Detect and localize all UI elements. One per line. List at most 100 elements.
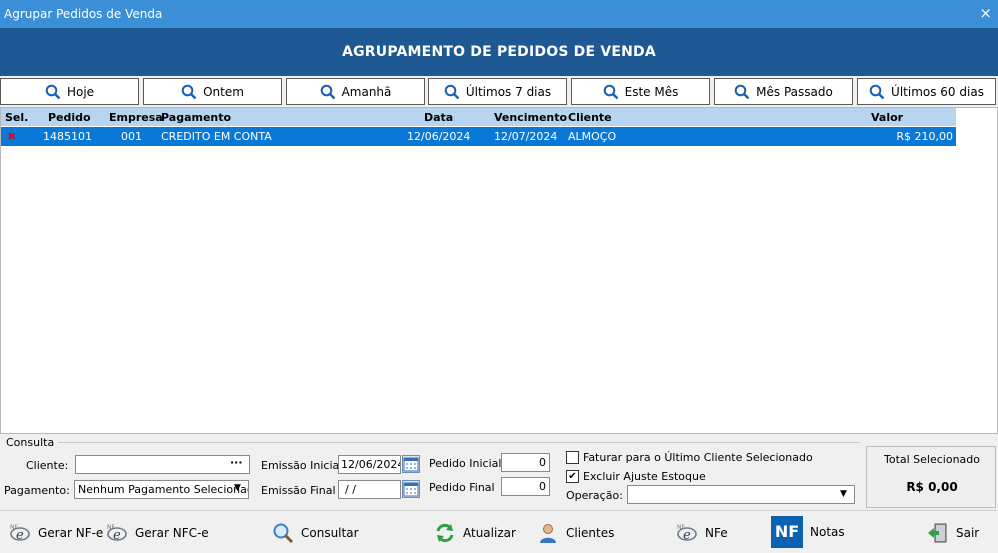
filter-mes-passado-button[interactable]: Mês Passado (714, 78, 853, 105)
calendar-icon[interactable] (402, 480, 420, 498)
gerar-nfce-label: Gerar NFC-e (135, 526, 209, 540)
cell-data: 12/06/2024 (407, 130, 471, 143)
filter-ontem-button[interactable]: Ontem (143, 78, 282, 105)
filter-label: Últimos 60 dias (891, 84, 984, 99)
magnifier-icon (273, 523, 294, 544)
faturar-label: Faturar para o Último Cliente Selecionad… (583, 451, 813, 464)
column-empresa[interactable]: Empresa (109, 111, 163, 124)
user-icon (540, 524, 556, 543)
column-sel[interactable]: Sel. (5, 111, 28, 124)
orders-grid[interactable]: Sel. Pedido Empresa Pagamento Data Venci… (0, 107, 998, 434)
cell-empresa: 001 (121, 130, 142, 143)
pagamento-label: Pagamento: (4, 484, 70, 497)
filter-label: Últimos 7 dias (465, 84, 552, 99)
filter-label: Amanhã (341, 84, 392, 99)
notas-label: Notas (810, 525, 845, 539)
consultar-label: Consultar (301, 526, 359, 540)
filter-label: Hoje (66, 84, 95, 99)
sair-button[interactable]: Sair (927, 519, 979, 547)
cell-cliente: ALMOÇO (568, 130, 617, 143)
table-row[interactable]: ✖ 1485101 001 CREDITO EM CONTA 12/06/202… (1, 127, 956, 146)
column-pagamento[interactable]: Pagamento (161, 111, 231, 124)
nfe-icon: eNF (677, 524, 697, 543)
emissao-inicial-value: 12/06/2024 (341, 458, 401, 471)
atualizar-button[interactable]: Atualizar (434, 519, 516, 547)
filter-hoje-button[interactable]: Hoje (0, 78, 139, 105)
faturar-checkbox[interactable] (566, 451, 579, 464)
excluir-checkbox[interactable]: ✔ (566, 470, 579, 483)
cell-vencimento: 12/07/2024 (494, 130, 558, 143)
filter-ultimos-7-dias-button[interactable]: Últimos 7 dias (428, 78, 567, 105)
column-vencimento[interactable]: Vencimento (494, 111, 567, 124)
operacao-select[interactable] (627, 485, 855, 504)
atualizar-label: Atualizar (463, 526, 516, 540)
refresh-icon (436, 523, 454, 543)
nfe-label: NFe (705, 526, 728, 540)
svg-text:NF: NF (107, 524, 115, 531)
pedido-inicial-label: Pedido Inicial (429, 457, 502, 470)
pedido-final-label: Pedido Final (429, 481, 495, 494)
total-value: R$ 0,00 (906, 480, 958, 494)
page-title: AGRUPAMENTO DE PEDIDOS DE VENDA (0, 28, 998, 76)
gerar-nfe-button[interactable]: e NF Gerar NF-e (9, 519, 103, 547)
clientes-button[interactable]: Clientes (537, 519, 614, 547)
svg-text:NF: NF (10, 524, 18, 531)
emissao-final-field[interactable]: / / (338, 480, 401, 499)
column-data[interactable]: Data (424, 111, 453, 124)
pagamento-value: Nenhum Pagamento Selecionado (78, 483, 249, 496)
gerar-nfe-label: Gerar NF-e (38, 526, 104, 540)
consulta-group-title: Consulta (6, 436, 55, 449)
total-selecionado-box: Total Selecionado R$ 0,00 (866, 446, 996, 508)
pedido-final-value: 0 (539, 480, 546, 493)
clientes-label: Clientes (566, 526, 615, 540)
column-valor[interactable]: Valor (871, 111, 903, 124)
emissao-final-value: / / (345, 483, 356, 496)
filter-label: Este Mês (624, 84, 679, 99)
cell-pagamento: CREDITO EM CONTA (161, 130, 272, 143)
close-icon[interactable]: × (979, 5, 992, 21)
cliente-field[interactable] (75, 455, 250, 474)
remove-icon[interactable]: ✖ (7, 130, 16, 143)
search-icon (734, 84, 750, 99)
emissao-final-label: Emissão Final (261, 484, 336, 497)
sair-label: Sair (956, 526, 980, 540)
excluir-label: Excluir Ajuste Estoque (583, 470, 706, 483)
search-icon (869, 84, 885, 99)
gerar-nfce-button[interactable]: e NF Gerar NFC-e (106, 519, 209, 547)
search-icon (181, 84, 197, 99)
search-icon (444, 84, 460, 99)
column-pedido[interactable]: Pedido (48, 111, 91, 124)
pedido-final-field[interactable]: 0 (501, 477, 550, 496)
pagamento-select[interactable]: Nenhum Pagamento Selecionado (74, 480, 249, 499)
emissao-inicial-field[interactable]: 12/06/2024 (338, 455, 401, 474)
nfe-icon: eNF (107, 524, 127, 543)
group-divider (58, 442, 860, 443)
nfe-icon: eNF (10, 524, 30, 543)
filter-label: Mês Passado (756, 84, 833, 99)
nfe-button[interactable]: e NF NFe (676, 519, 728, 547)
cliente-browse-button[interactable]: ··· (230, 456, 243, 469)
search-icon (320, 84, 335, 99)
column-cliente[interactable]: Cliente (568, 111, 612, 124)
cell-pedido: 1485101 (43, 130, 92, 143)
pedido-inicial-field[interactable]: 0 (501, 453, 550, 472)
consultar-button[interactable]: Consultar (272, 519, 359, 547)
total-label: Total Selecionado (883, 453, 981, 466)
filter-label: Ontem (203, 84, 244, 99)
nf-badge-icon: NF (771, 516, 803, 548)
window-title-bar: Agrupar Pedidos de Venda × (0, 0, 998, 28)
grid-header: Sel. Pedido Empresa Pagamento Data Venci… (1, 108, 956, 126)
exit-icon (928, 523, 947, 543)
calendar-icon[interactable] (402, 455, 420, 473)
search-icon (45, 84, 61, 99)
svg-text:NF: NF (677, 524, 685, 531)
filter-este-mes-button[interactable]: Este Mês (571, 78, 710, 105)
filter-ultimos-60-dias-button[interactable]: Últimos 60 dias (857, 78, 996, 105)
window-title: Agrupar Pedidos de Venda (4, 7, 163, 21)
filter-amanha-button[interactable]: Amanhã (286, 78, 425, 105)
chevron-down-icon[interactable]: ▼ (234, 483, 241, 493)
pedido-inicial-value: 0 (539, 456, 546, 469)
search-icon (603, 84, 618, 99)
notas-button[interactable]: NF Notas (771, 515, 845, 549)
chevron-down-icon[interactable]: ▼ (840, 489, 847, 499)
